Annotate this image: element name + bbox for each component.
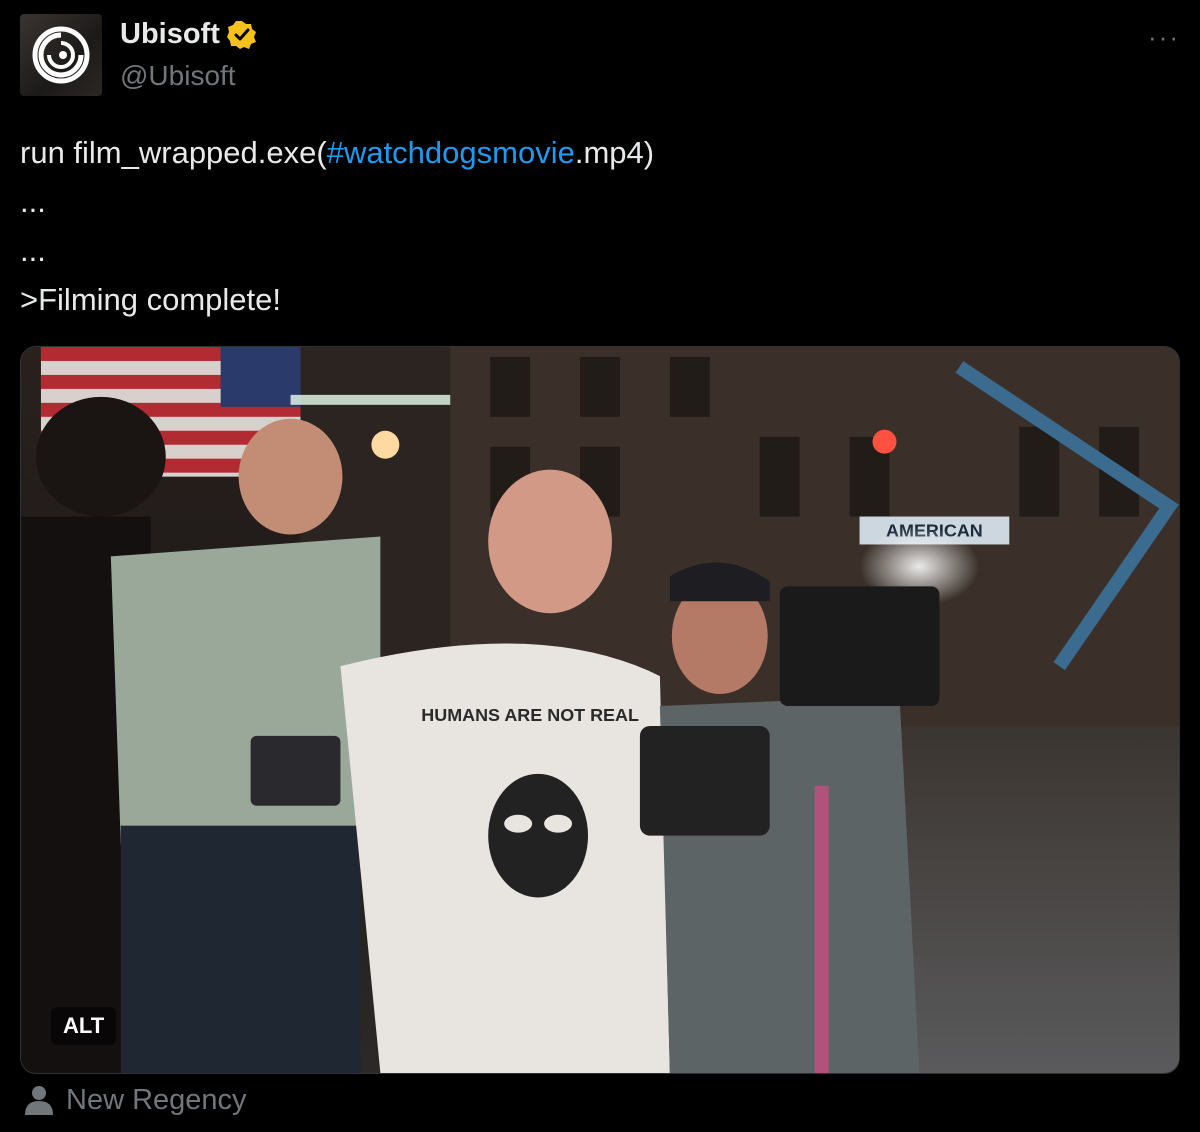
alt-text-button[interactable]: ALT <box>51 1007 117 1045</box>
media-credit[interactable]: New Regency <box>22 1083 247 1117</box>
verified-badge-icon <box>226 20 256 49</box>
name-row: Ubisoft <box>120 18 258 51</box>
hashtag-link[interactable]: #watchdogsmovie <box>327 135 575 170</box>
film-set-photo: AMERICAN HUMANS ARE NOT REAL <box>21 347 1179 1073</box>
tweet-line-1: run film_wrapped.exe(#watchdogsmovie.mp4… <box>20 128 1180 177</box>
handle[interactable]: @Ubisoft <box>120 60 236 92</box>
tweet-line-4: >Filming complete! <box>20 282 282 317</box>
display-name[interactable]: Ubisoft <box>120 18 220 51</box>
ubisoft-logo-icon <box>32 26 90 84</box>
tweet-line-2: ... <box>20 184 46 219</box>
avatar[interactable] <box>20 14 102 96</box>
tweet-line-3: ... <box>20 233 46 268</box>
person-icon <box>25 1086 53 1115</box>
more-options-icon[interactable]: ··· <box>1148 22 1180 53</box>
tweet-header: Ubisoft @Ubisoft ··· <box>20 14 1180 98</box>
tweet-text: run film_wrapped.exe(#watchdogsmovie.mp4… <box>20 128 1180 324</box>
tweet-line-1-prefix: run film_wrapped.exe( <box>20 135 327 170</box>
tshirt-text: HUMANS ARE NOT REAL <box>421 705 639 725</box>
tweet-line-1-suffix: .mp4) <box>574 135 655 170</box>
credit-text[interactable]: New Regency <box>66 1084 247 1117</box>
tweet-photo[interactable]: AMERICAN HUMANS ARE NOT REAL ALT <box>20 346 1180 1074</box>
